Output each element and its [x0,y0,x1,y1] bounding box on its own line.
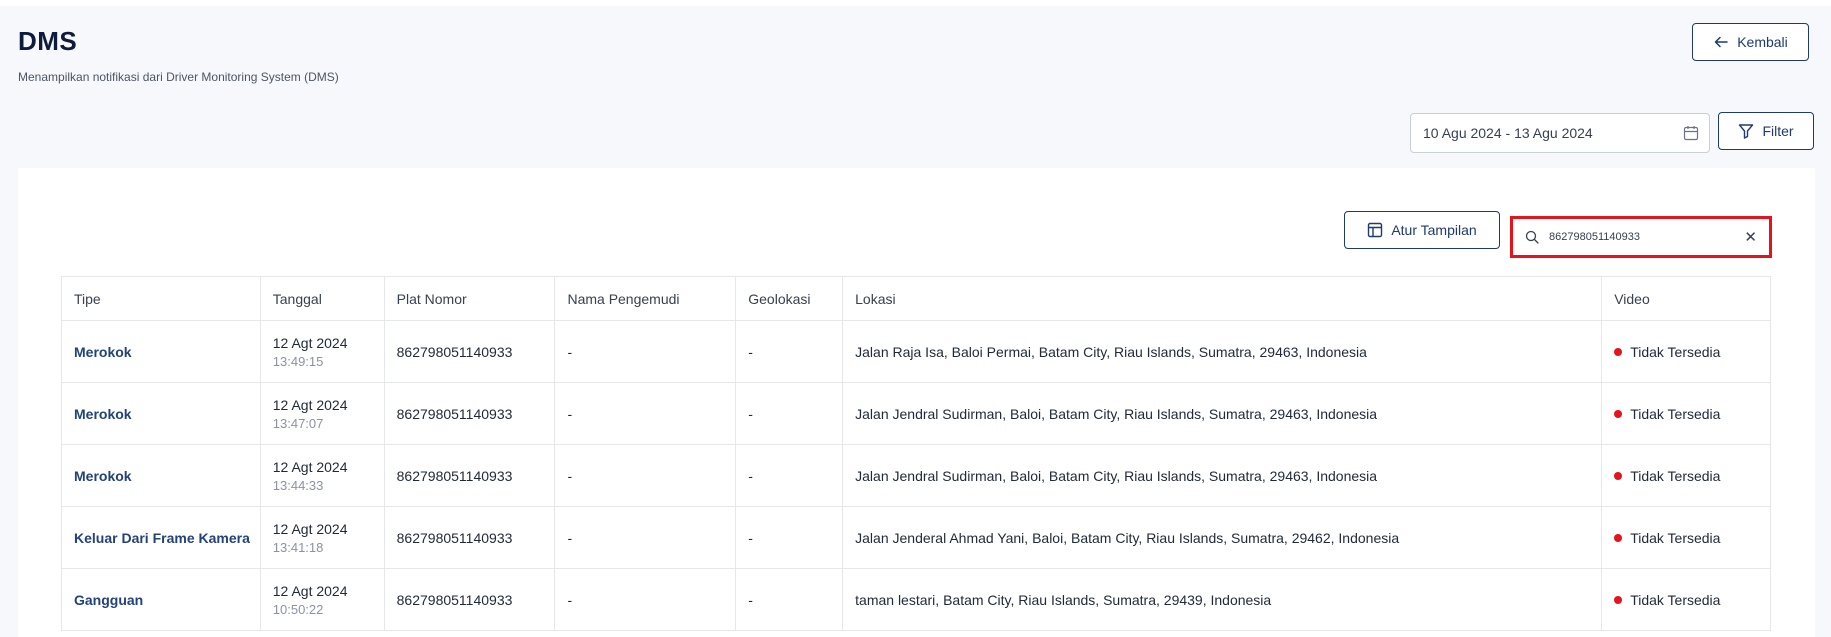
table-row: Merokok 12 Agt 2024 13:49:15 862798051140… [62,321,1770,383]
notification-date: 12 Agt 2024 [272,334,348,351]
location: Jalan Jendral Sudirman, Baloi, Batam Cit… [843,445,1603,506]
driver-name: - [555,445,737,506]
notification-type-link[interactable]: Keluar Dari Frame Kamera [74,530,250,546]
column-header-driver[interactable]: Nama Pengemudi [555,277,737,320]
notification-time: 13:44:33 [272,477,324,493]
plate-number: 862798051140933 [385,445,556,506]
video-status: Tidak Tersedia [1602,445,1770,506]
location: Jalan Raja Isa, Baloi Permai, Batam City… [843,321,1603,382]
layout-icon [1367,222,1383,238]
plate-number: 862798051140933 [385,569,556,630]
video-status: Tidak Tersedia [1602,507,1770,568]
notification-type-link[interactable]: Gangguan [74,592,248,608]
page-title: DMS [18,26,78,56]
plate-number: 862798051140933 [385,321,556,382]
date-range-picker[interactable]: 10 Agu 2024 - 13 Agu 2024 [1410,113,1710,153]
video-status-label: Tidak Tersedia [1630,405,1721,422]
notification-type-link[interactable]: Merokok [74,344,248,360]
driver-name: - [555,321,737,382]
back-button-label: Kembali [1737,34,1788,50]
status-dot-icon [1614,471,1623,480]
arrow-left-icon [1713,34,1729,50]
geolocation: - [736,445,844,506]
clear-search-icon[interactable]: ✕ [1744,228,1757,246]
video-status-label: Tidak Tersedia [1630,343,1721,360]
notification-date: 12 Agt 2024 [272,458,348,475]
column-header-date[interactable]: Tanggal [261,277,385,320]
search-box[interactable]: ✕ [1510,216,1772,258]
geolocation: - [736,569,844,630]
filter-button[interactable]: Filter [1718,112,1814,150]
notifications-table: Tipe Tanggal Plat Nomor Nama Pengemudi G… [61,276,1771,631]
column-header-type[interactable]: Tipe [62,277,261,320]
plate-number: 862798051140933 [385,507,556,568]
column-header-plate[interactable]: Plat Nomor [385,277,556,320]
driver-name: - [555,507,737,568]
driver-name: - [555,569,737,630]
notification-date: 12 Agt 2024 [272,396,348,413]
geolocation: - [736,507,844,568]
location: taman lestari, Batam City, Riau Islands,… [843,569,1603,630]
geolocation: - [736,321,844,382]
status-dot-icon [1614,595,1623,604]
search-icon [1525,230,1539,244]
video-status-label: Tidak Tersedia [1630,467,1721,484]
table-header-row: Tipe Tanggal Plat Nomor Nama Pengemudi G… [62,277,1770,321]
column-header-geolocation[interactable]: Geolokasi [736,277,844,320]
notification-date: 12 Agt 2024 [272,520,348,537]
notification-type-link[interactable]: Merokok [74,468,248,484]
plate-number: 862798051140933 [385,383,556,444]
date-range-value: 10 Agu 2024 - 13 Agu 2024 [1423,125,1593,141]
geolocation: - [736,383,844,444]
layout-settings-button[interactable]: Atur Tampilan [1344,211,1500,249]
driver-name: - [555,383,737,444]
status-dot-icon [1614,409,1623,418]
filter-button-label: Filter [1762,123,1794,139]
video-status: Tidak Tersedia [1602,321,1770,382]
table-row: Merokok 12 Agt 2024 13:47:07 862798051140… [62,383,1770,445]
table-row: Keluar Dari Frame Kamera 12 Agt 2024 13:4… [62,507,1770,569]
table-row: Gangguan 12 Agt 2024 10:50:22 86279805114… [62,569,1770,631]
funnel-icon [1738,123,1754,139]
search-input[interactable] [1549,231,1745,243]
location: Jalan Jenderal Ahmad Yani, Baloi, Batam … [843,507,1603,568]
column-header-location[interactable]: Lokasi [843,277,1603,320]
status-dot-icon [1614,347,1623,356]
notification-time: 13:41:18 [272,539,324,555]
column-header-video[interactable]: Video [1602,277,1770,320]
notification-date: 12 Agt 2024 [272,582,348,599]
layout-settings-label: Atur Tampilan [1391,222,1477,238]
location: Jalan Jendral Sudirman, Baloi, Batam Cit… [843,383,1603,444]
video-status-label: Tidak Tersedia [1630,529,1721,546]
video-status-label: Tidak Tersedia [1630,591,1721,608]
notification-time: 13:47:07 [272,415,324,431]
page-subtitle: Menampilkan notifikasi dari Driver Monit… [18,70,339,84]
back-button[interactable]: Kembali [1692,23,1809,61]
notification-type-link[interactable]: Merokok [74,406,248,422]
notification-time: 10:50:22 [272,601,324,617]
video-status: Tidak Tersedia [1602,383,1770,444]
calendar-icon [1683,125,1699,141]
video-status: Tidak Tersedia [1602,569,1770,630]
table-row: Merokok 12 Agt 2024 13:44:33 862798051140… [62,445,1770,507]
status-dot-icon [1614,533,1623,542]
notification-time: 13:49:15 [272,353,324,369]
